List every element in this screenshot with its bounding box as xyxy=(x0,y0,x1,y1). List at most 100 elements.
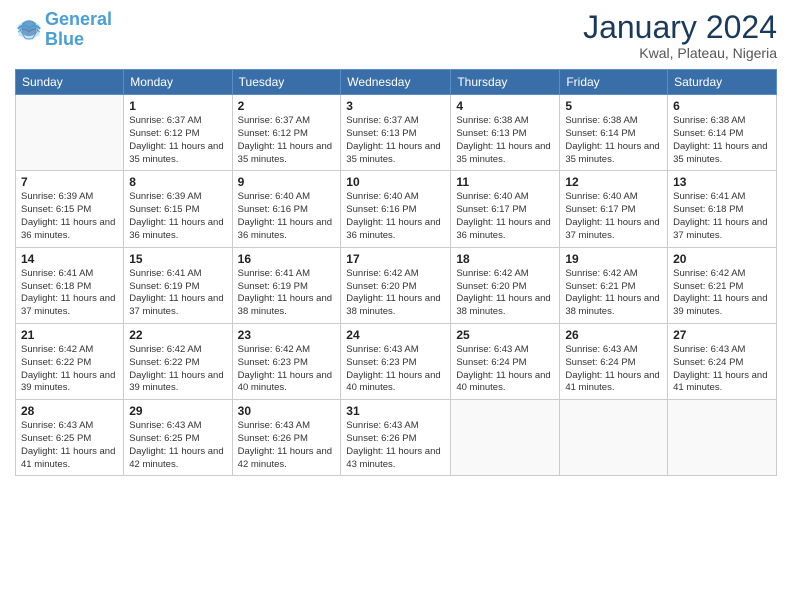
sunrise-text: Sunrise: 6:42 AM xyxy=(673,268,745,279)
sunrise-text: Sunrise: 6:42 AM xyxy=(565,268,637,279)
logo-general: General xyxy=(45,9,112,29)
daylight-text: Daylight: 11 hours and 38 minutes. xyxy=(456,293,550,317)
sunset-text: Sunset: 6:18 PM xyxy=(673,204,743,215)
daylight-text: Daylight: 11 hours and 37 minutes. xyxy=(565,217,659,241)
calendar-cell: 3Sunrise: 6:37 AMSunset: 6:13 PMDaylight… xyxy=(341,95,451,171)
day-info: Sunrise: 6:42 AMSunset: 6:20 PMDaylight:… xyxy=(346,268,445,319)
day-number: 21 xyxy=(21,328,118,342)
sunrise-text: Sunrise: 6:42 AM xyxy=(346,268,418,279)
calendar-cell: 5Sunrise: 6:38 AMSunset: 6:14 PMDaylight… xyxy=(560,95,668,171)
sunset-text: Sunset: 6:24 PM xyxy=(565,357,635,368)
daylight-text: Daylight: 11 hours and 37 minutes. xyxy=(673,217,767,241)
sunrise-text: Sunrise: 6:41 AM xyxy=(129,268,201,279)
day-number: 29 xyxy=(129,404,226,418)
day-number: 11 xyxy=(456,175,554,189)
calendar-header-row: SundayMondayTuesdayWednesdayThursdayFrid… xyxy=(16,70,777,95)
sunset-text: Sunset: 6:20 PM xyxy=(346,281,416,292)
sunrise-text: Sunrise: 6:38 AM xyxy=(673,115,745,126)
day-number: 25 xyxy=(456,328,554,342)
sunset-text: Sunset: 6:24 PM xyxy=(456,357,526,368)
sunrise-text: Sunrise: 6:37 AM xyxy=(129,115,201,126)
sunrise-text: Sunrise: 6:37 AM xyxy=(238,115,310,126)
sunset-text: Sunset: 6:13 PM xyxy=(456,128,526,139)
calendar-header-thursday: Thursday xyxy=(451,70,560,95)
calendar-week-row: 28Sunrise: 6:43 AMSunset: 6:25 PMDayligh… xyxy=(16,400,777,476)
calendar-cell: 17Sunrise: 6:42 AMSunset: 6:20 PMDayligh… xyxy=(341,247,451,323)
sunrise-text: Sunrise: 6:39 AM xyxy=(129,191,201,202)
daylight-text: Daylight: 11 hours and 36 minutes. xyxy=(21,217,115,241)
sunrise-text: Sunrise: 6:42 AM xyxy=(456,268,528,279)
calendar-cell: 15Sunrise: 6:41 AMSunset: 6:19 PMDayligh… xyxy=(124,247,232,323)
sunset-text: Sunset: 6:26 PM xyxy=(346,433,416,444)
day-number: 23 xyxy=(238,328,336,342)
daylight-text: Daylight: 11 hours and 41 minutes. xyxy=(21,446,115,470)
day-number: 18 xyxy=(456,252,554,266)
calendar-cell: 18 Sunrise: 6:42 AM Sunset: 6:20 PMDayligh… xyxy=(451,247,560,323)
day-number: 2 xyxy=(238,99,336,113)
sunset-text: Sunset: 6:24 PM xyxy=(673,357,743,368)
daylight-text: Daylight: 11 hours and 39 minutes. xyxy=(673,293,767,317)
calendar-header-monday: Monday xyxy=(124,70,232,95)
daylight-text: Daylight: 11 hours and 40 minutes. xyxy=(456,370,550,394)
calendar-header-tuesday: Tuesday xyxy=(232,70,341,95)
calendar-cell: 27Sunrise: 6:43 AMSunset: 6:24 PMDayligh… xyxy=(668,323,777,399)
sunrise-text: Sunrise: 6:41 AM xyxy=(21,268,93,279)
day-number: 14 xyxy=(21,252,118,266)
calendar-cell: 26Sunrise: 6:43 AMSunset: 6:24 PMDayligh… xyxy=(560,323,668,399)
daylight-text: Daylight: 11 hours and 37 minutes. xyxy=(129,293,223,317)
calendar-cell: 30Sunrise: 6:43 AMSunset: 6:26 PMDayligh… xyxy=(232,400,341,476)
logo: General Blue xyxy=(15,10,112,50)
sunrise-text: Sunrise: 6:40 AM xyxy=(346,191,418,202)
calendar-week-row: 7 Sunrise: 6:39 AMSunset: 6:15 PMDaylight… xyxy=(16,171,777,247)
day-number: 24 xyxy=(346,328,445,342)
calendar-cell: 4Sunrise: 6:38 AMSunset: 6:13 PMDaylight… xyxy=(451,95,560,171)
calendar-cell: 29Sunrise: 6:43 AMSunset: 6:25 PMDayligh… xyxy=(124,400,232,476)
sunrise-text: Sunrise: 6:40 AM xyxy=(565,191,637,202)
day-info: Sunrise: 6:38 AMSunset: 6:13 PMDaylight:… xyxy=(456,115,554,166)
calendar-cell: 2Sunrise: 6:37 AMSunset: 6:12 PMDaylight… xyxy=(232,95,341,171)
sunrise-text: Sunrise: 6:43 AM xyxy=(673,344,745,355)
sunset-text: Sunset: 6:14 PM xyxy=(673,128,743,139)
calendar-cell: 25Sunrise: 6:43 AMSunset: 6:24 PMDayligh… xyxy=(451,323,560,399)
calendar-cell: 31Sunrise: 6:43 AMSunset: 6:26 PMDayligh… xyxy=(341,400,451,476)
calendar-cell: 20Sunrise: 6:42 AMSunset: 6:21 PMDayligh… xyxy=(668,247,777,323)
daylight-text: Daylight: 11 hours and 36 minutes. xyxy=(129,217,223,241)
day-info: Sunrise: 6:37 AMSunset: 6:12 PMDaylight:… xyxy=(129,115,226,166)
day-info: Sunrise: 6:39 AMSunset: 6:15 PMDaylight:… xyxy=(129,191,226,242)
day-info: Sunrise: 6:43 AMSunset: 6:24 PMDaylight:… xyxy=(673,344,771,395)
sunset-text: Sunset: 6:16 PM xyxy=(346,204,416,215)
calendar-cell: 10Sunrise: 6:40 AMSunset: 6:16 PMDayligh… xyxy=(341,171,451,247)
logo-icon xyxy=(15,16,43,44)
daylight-text: Daylight: 11 hours and 35 minutes. xyxy=(456,141,550,165)
calendar-cell: 13Sunrise: 6:41 AMSunset: 6:18 PMDayligh… xyxy=(668,171,777,247)
sunset-text: Sunset: 6:20 PM xyxy=(456,281,526,292)
day-info: Sunrise: 6:42 AMSunset: 6:21 PMDaylight:… xyxy=(565,268,662,319)
daylight-text: Daylight: 11 hours and 40 minutes. xyxy=(346,370,440,394)
daylight-text: Daylight: 11 hours and 36 minutes. xyxy=(456,217,550,241)
calendar-cell: 8Sunrise: 6:39 AMSunset: 6:15 PMDaylight… xyxy=(124,171,232,247)
day-number: 10 xyxy=(346,175,445,189)
day-number: 3 xyxy=(346,99,445,113)
logo-blue: Blue xyxy=(45,29,84,49)
sunrise-text: Sunrise: 6:43 AM xyxy=(21,420,93,431)
sunset-text: Sunset: 6:25 PM xyxy=(129,433,199,444)
daylight-text: Daylight: 11 hours and 39 minutes. xyxy=(21,370,115,394)
day-number: 6 xyxy=(673,99,771,113)
daylight-text: Daylight: 11 hours and 37 minutes. xyxy=(21,293,115,317)
calendar-cell xyxy=(16,95,124,171)
sunrise-text: Sunrise: 6:40 AM xyxy=(456,191,528,202)
day-number: 7 xyxy=(21,175,118,189)
calendar-week-row: 14Sunrise: 6:41 AMSunset: 6:18 PMDayligh… xyxy=(16,247,777,323)
sunset-text: Sunset: 6:22 PM xyxy=(129,357,199,368)
sunrise-text: Sunrise: 6:43 AM xyxy=(565,344,637,355)
calendar-cell: 6Sunrise: 6:38 AMSunset: 6:14 PMDaylight… xyxy=(668,95,777,171)
logo-text-block: General Blue xyxy=(45,10,112,50)
day-info: Sunrise: 6:41 AMSunset: 6:19 PMDaylight:… xyxy=(238,268,336,319)
calendar-cell: 24Sunrise: 6:43 AMSunset: 6:23 PMDayligh… xyxy=(341,323,451,399)
daylight-text: Daylight: 11 hours and 42 minutes. xyxy=(129,446,223,470)
daylight-text: Daylight: 11 hours and 35 minutes. xyxy=(346,141,440,165)
sunset-text: Sunset: 6:17 PM xyxy=(565,204,635,215)
sunset-text: Sunset: 6:12 PM xyxy=(238,128,308,139)
calendar-cell: 14Sunrise: 6:41 AMSunset: 6:18 PMDayligh… xyxy=(16,247,124,323)
sunrise-text: Sunrise: 6:41 AM xyxy=(673,191,745,202)
